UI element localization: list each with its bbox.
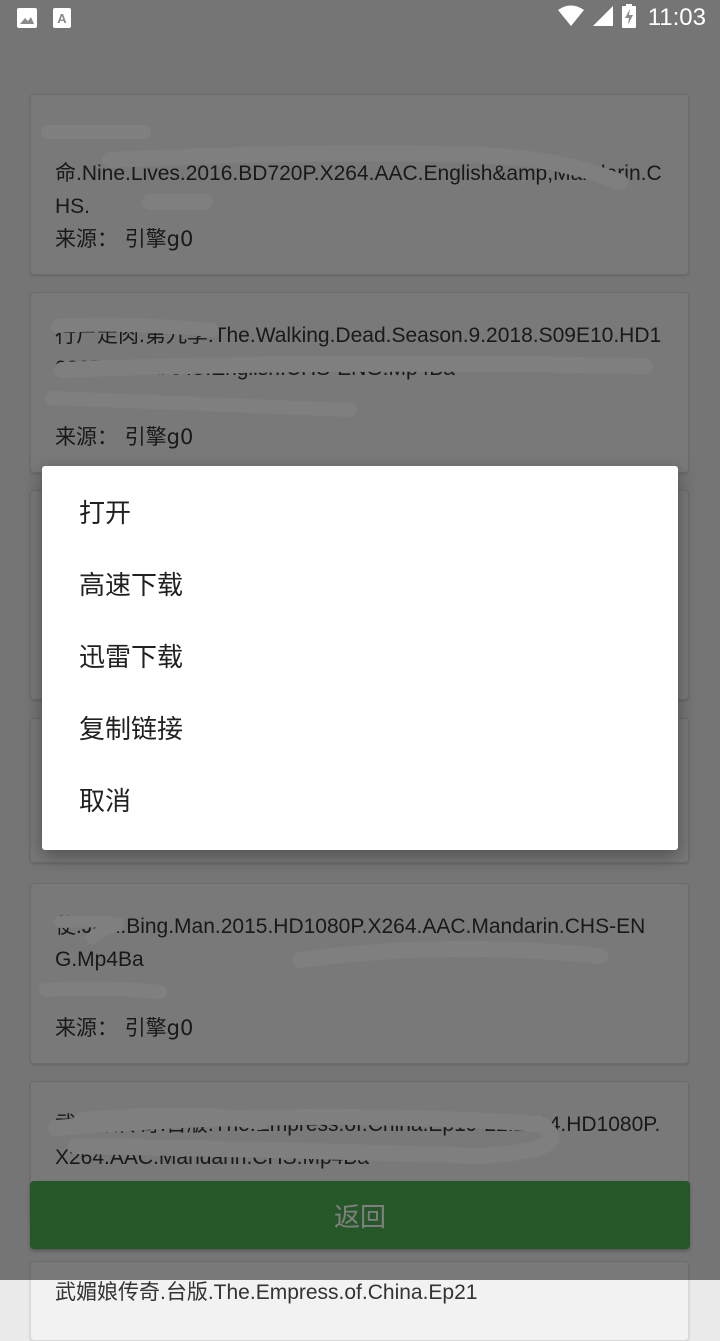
wifi-icon: [557, 5, 584, 31]
context-menu-dialog: 打开 高速下载 迅雷下载 复制链接 取消: [42, 466, 678, 850]
menu-item-thunder-download[interactable]: 迅雷下载: [79, 622, 639, 694]
image-icon: [16, 7, 38, 33]
font-a-icon: A: [52, 7, 72, 33]
battery-charging-icon: [621, 4, 636, 32]
menu-item-open[interactable]: 打开: [79, 478, 639, 550]
menu-item-fast-download[interactable]: 高速下载: [79, 550, 639, 622]
menu-item-copy-link[interactable]: 复制链接: [79, 694, 639, 766]
signal-icon: [592, 5, 614, 31]
item-title: 武媚娘传奇.台版.The.Empress.of.China.Ep21: [55, 1281, 478, 1304]
clock: 11:03: [647, 4, 706, 31]
menu-item-cancel[interactable]: 取消: [79, 766, 639, 838]
svg-text:A: A: [57, 11, 67, 26]
status-bar: A 11:03: [0, 0, 720, 36]
